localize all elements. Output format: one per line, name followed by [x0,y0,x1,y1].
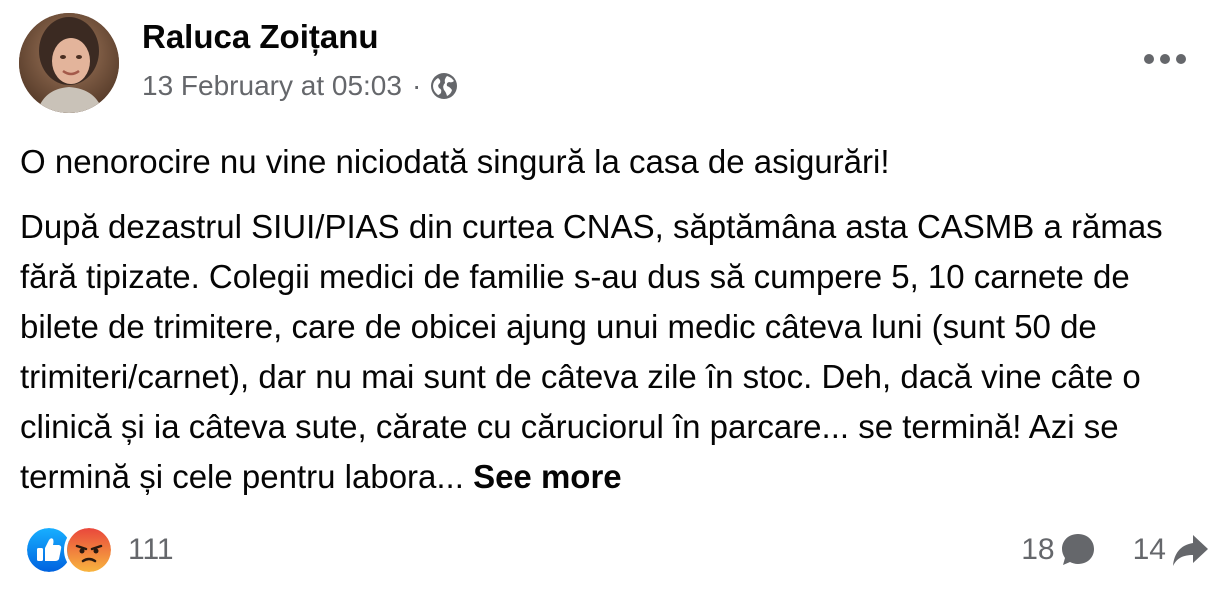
post-message: O nenorocire nu vine niciodată singură l… [20,137,1215,502]
post-meta: 13 February at 05:03 · [142,70,459,102]
more-options-icon [1144,54,1186,64]
comments-count: 18 [1021,533,1055,566]
engagement-stats: 18 14 [1021,527,1210,573]
post-body-text: După dezastrul SIUI/PIAS din curtea CNAS… [20,208,1163,495]
comment-icon [1061,534,1094,565]
reactions-summary[interactable]: 111 [24,525,174,575]
more-options-button[interactable] [1136,40,1194,78]
reaction-count[interactable]: 111 [128,533,174,567]
share-icon [1173,535,1208,566]
shares-count-button[interactable]: 14 [1133,531,1210,569]
angry-icon [64,525,114,575]
post-card: Raluca Zoițanu 13 February at 05:03 · O … [0,0,1222,590]
comments-count-button[interactable]: 18 [1021,531,1096,569]
see-more-link[interactable]: See more [473,458,622,495]
shares-count: 14 [1132,533,1166,566]
post-headline: O nenorocire nu vine niciodată singură l… [20,143,890,180]
author-name[interactable]: Raluca Zoițanu [142,18,379,56]
globe-icon[interactable] [429,71,459,101]
author-avatar[interactable] [19,13,119,113]
post-timestamp[interactable]: 13 February at 05:03 [142,70,402,102]
post-body: După dezastrul SIUI/PIAS din curtea CNAS… [20,202,1215,502]
meta-separator: · [411,70,422,101]
avatar-photo [19,13,119,113]
